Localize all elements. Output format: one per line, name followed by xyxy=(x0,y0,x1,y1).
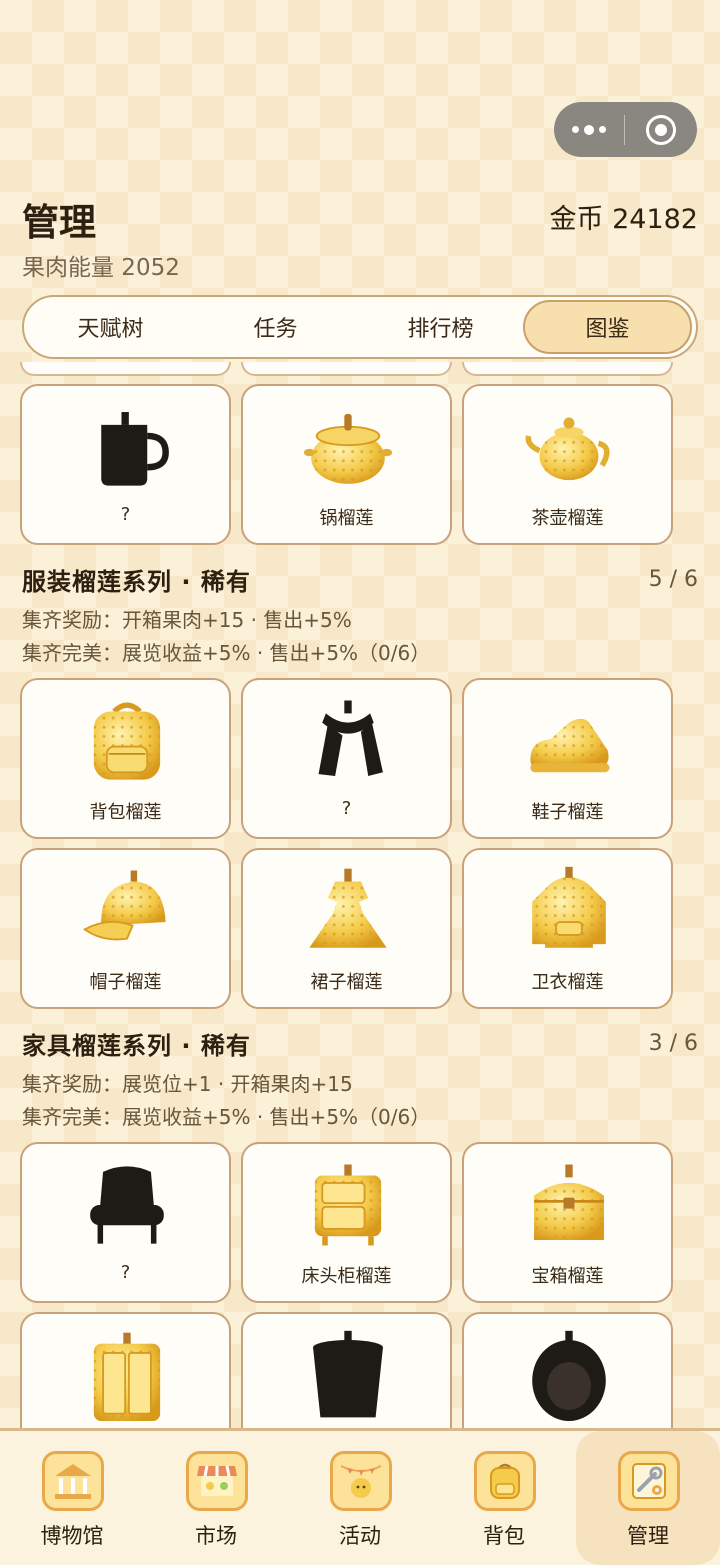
energy-balance: 果肉能量 2052 xyxy=(22,255,180,281)
card-name: 帽子榴莲 xyxy=(89,972,162,993)
market-stall-icon xyxy=(186,1451,248,1511)
card-name: ? xyxy=(120,1262,131,1283)
nav-event[interactable]: 活动 xyxy=(288,1431,432,1565)
dress-durian-icon xyxy=(299,864,397,958)
backpack-icon xyxy=(474,1451,536,1511)
coins-balance: 金币 24182 xyxy=(549,204,698,235)
settings-wrench-icon xyxy=(618,1451,680,1511)
bottom-nav: 博物馆 市场 活动 背包 管理 xyxy=(0,1428,720,1565)
nav-label: 活动 xyxy=(339,1524,381,1548)
card-name: 背包榴莲 xyxy=(89,802,162,823)
nightstand-durian-icon xyxy=(299,1158,397,1252)
collection-card[interactable]: 鞋子榴莲 xyxy=(462,678,673,839)
target-icon xyxy=(646,114,676,145)
collection-card[interactable]: 卫衣榴莲 xyxy=(462,848,673,1009)
card-name: 鞋子榴莲 xyxy=(531,802,604,823)
card-stub xyxy=(462,362,673,376)
tab-leaderboard[interactable]: 排行榜 xyxy=(358,300,523,354)
card-name: ? xyxy=(120,504,131,525)
egg-chair-silhouette-icon xyxy=(520,1328,618,1422)
mug-silhouette-icon xyxy=(78,400,176,494)
card-name: ? xyxy=(341,798,352,819)
armchair-silhouette-icon xyxy=(78,1158,176,1252)
card-stub xyxy=(20,362,231,376)
card-stub xyxy=(241,362,452,376)
scarf-silhouette-icon xyxy=(299,694,397,788)
dot-icon xyxy=(584,124,594,135)
more-options-button[interactable] xyxy=(554,102,624,157)
chest-durian-icon xyxy=(520,1158,618,1252)
series-reward: 集齐奖励：开箱果肉+15 · 售出+5% xyxy=(22,608,352,632)
dot-icon xyxy=(599,126,606,133)
collection-card[interactable] xyxy=(20,1312,231,1428)
series-perfect-reward: 集齐完美：展览收益+5% · 售出+5%（0/6） xyxy=(22,1105,431,1129)
collection-scroll-area[interactable]: ? 锅榴莲 茶壶榴莲 服装榴莲系列 · 稀有 5 / 6 集齐奖励：开箱果肉+1… xyxy=(0,362,720,1428)
wardrobe-durian-icon xyxy=(78,1328,176,1422)
cap-durian-icon xyxy=(78,864,176,958)
hoodie-durian-icon xyxy=(520,864,618,958)
collection-card[interactable]: ? xyxy=(20,1142,231,1303)
collection-card[interactable]: ? xyxy=(241,678,452,839)
tab-bar: 天赋树 任务 排行榜 图鉴 xyxy=(22,295,698,359)
nav-backpack[interactable]: 背包 xyxy=(432,1431,576,1565)
nav-label: 市场 xyxy=(195,1524,237,1548)
card-name: 卫衣榴莲 xyxy=(531,972,604,993)
collection-row: ? 床头柜榴莲 宝箱榴莲 xyxy=(20,1142,673,1303)
collection-row: 帽子榴莲 裙子榴莲 卫衣榴莲 xyxy=(20,848,673,1009)
card-name: 锅榴莲 xyxy=(319,508,374,529)
tab-collection[interactable]: 图鉴 xyxy=(523,300,692,354)
card-name: 茶壶榴莲 xyxy=(531,508,604,529)
close-miniprogram-button[interactable] xyxy=(625,102,697,157)
teapot-durian-icon xyxy=(520,400,618,494)
basket-silhouette-icon xyxy=(299,1328,397,1422)
page-title: 管理 xyxy=(22,201,96,244)
card-name: 宝箱榴莲 xyxy=(531,1266,604,1287)
series-progress: 3 / 6 xyxy=(648,1031,698,1056)
series-title: 服装榴莲系列 · 稀有 xyxy=(22,568,251,596)
collection-card[interactable]: 宝箱榴莲 xyxy=(462,1142,673,1303)
shoe-durian-icon xyxy=(520,694,618,788)
collection-card[interactable] xyxy=(462,1312,673,1428)
nav-label: 管理 xyxy=(627,1524,669,1548)
nav-market[interactable]: 市场 xyxy=(144,1431,288,1565)
backpack-durian-icon xyxy=(78,694,176,788)
cut-off-row xyxy=(20,362,673,376)
series-perfect-reward: 集齐完美：展览收益+5% · 售出+5%（0/6） xyxy=(22,641,431,665)
series-progress: 5 / 6 xyxy=(648,567,698,592)
pot-durian-icon xyxy=(299,400,397,494)
collection-card[interactable]: 茶壶榴莲 xyxy=(462,384,673,545)
tab-talent-tree[interactable]: 天赋树 xyxy=(28,300,193,354)
collection-row: 背包榴莲 ? 鞋子榴莲 xyxy=(20,678,673,839)
nav-label: 博物馆 xyxy=(40,1524,104,1548)
collection-card[interactable]: 裙子榴莲 xyxy=(241,848,452,1009)
collection-card[interactable] xyxy=(241,1312,452,1428)
collection-card[interactable]: ? xyxy=(20,384,231,545)
card-name: 床头柜榴莲 xyxy=(301,1266,392,1287)
event-icon xyxy=(330,1451,392,1511)
miniprogram-capsule xyxy=(554,102,697,157)
series-title: 家具榴莲系列 · 稀有 xyxy=(22,1032,251,1060)
collection-card[interactable]: 锅榴莲 xyxy=(241,384,452,545)
collection-card[interactable]: 床头柜榴莲 xyxy=(241,1142,452,1303)
series-reward: 集齐奖励：展览位+1 · 开箱果肉+15 xyxy=(22,1072,353,1096)
card-name: 裙子榴莲 xyxy=(310,972,383,993)
nav-manage[interactable]: 管理 xyxy=(576,1431,720,1565)
nav-label: 背包 xyxy=(483,1524,525,1548)
collection-row: ? 锅榴莲 茶壶榴莲 xyxy=(20,384,673,545)
collection-row xyxy=(20,1312,673,1428)
collection-card[interactable]: 帽子榴莲 xyxy=(20,848,231,1009)
nav-museum[interactable]: 博物馆 xyxy=(0,1431,144,1565)
museum-icon xyxy=(42,1451,104,1511)
collection-card[interactable]: 背包榴莲 xyxy=(20,678,231,839)
dot-icon xyxy=(572,126,579,133)
tab-tasks[interactable]: 任务 xyxy=(193,300,358,354)
